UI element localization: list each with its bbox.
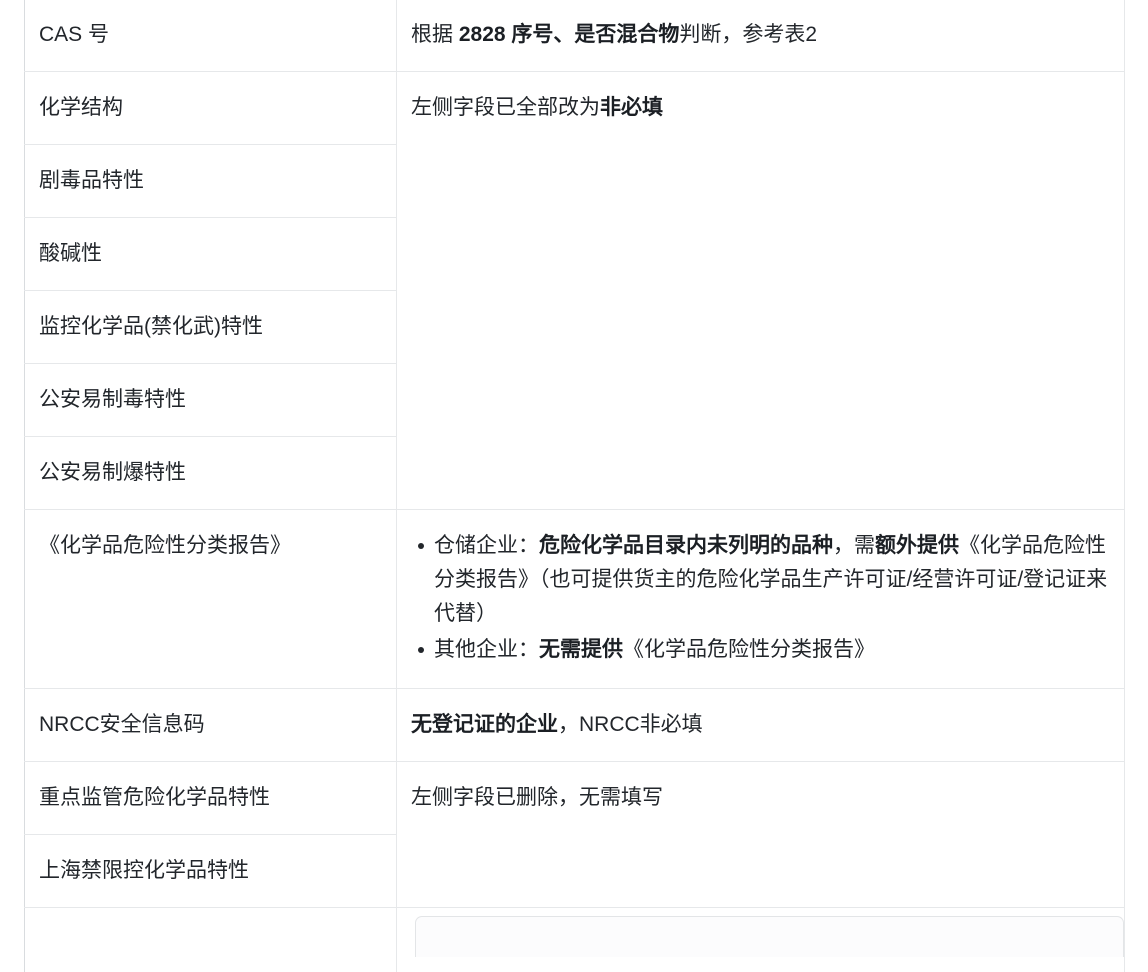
row-label-explosive-precursor-property: 公安易制爆特性 bbox=[24, 436, 397, 511]
label-text: 上海禁限控化学品特性 bbox=[39, 859, 249, 883]
row-label-controlled-chemical-property: 监控化学品(禁化武)特性 bbox=[24, 290, 397, 365]
bullet-text: 《化学品危险性分类报告》 bbox=[623, 638, 875, 662]
row-value-nrcc-safety-code: 无登记证的企业，NRCC非必填 bbox=[396, 688, 1125, 763]
label-text: 监控化学品(禁化武)特性 bbox=[39, 315, 263, 339]
row-label-cas-number: CAS 号 bbox=[24, 0, 397, 73]
value-text-plain: 左侧字段已全部改为 bbox=[411, 96, 600, 120]
label-text: 化学结构 bbox=[39, 96, 123, 120]
value-text-plain: 左侧字段已删除，无需填写 bbox=[411, 786, 663, 810]
row-value-key-regulated-group: 左侧字段已删除，无需填写 bbox=[396, 761, 1125, 909]
row-label-acidity-alkalinity: 酸碱性 bbox=[24, 217, 397, 292]
bullet-text-emphasis: 额外提供 bbox=[875, 534, 959, 558]
bullet-list: 仓储企业：危险化学品目录内未列明的品种，需额外提供《化学品危险性分类报告》（也可… bbox=[411, 529, 1110, 667]
value-text-plain: 根据 bbox=[411, 23, 459, 46]
label-text: 公安易制毒特性 bbox=[39, 388, 186, 412]
row-label-shanghai-restricted-chemical: 上海禁限控化学品特性 bbox=[24, 834, 397, 909]
bullet-text: 仓储企业： bbox=[434, 534, 539, 558]
value-text-plain: ，NRCC非必填 bbox=[558, 713, 703, 737]
row-label-highly-toxic-property: 剧毒品特性 bbox=[24, 144, 397, 219]
bullet-text-emphasis: 危险化学品目录内未列明的品种 bbox=[539, 534, 833, 558]
value-empty-filler bbox=[411, 815, 1110, 887]
table-row: 化学结构 左侧字段已全部改为非必填 bbox=[24, 71, 1125, 511]
row-value-hazard-classification-report: 仓储企业：危险化学品目录内未列明的品种，需额外提供《化学品危险性分类报告》（也可… bbox=[396, 509, 1125, 690]
row-label-key-regulated-hazardous-chemical: 重点监管危险化学品特性 bbox=[24, 761, 397, 836]
row-label-chemical-structure: 化学结构 bbox=[24, 71, 397, 146]
value-empty-filler bbox=[411, 125, 1110, 321]
bullet-text: 其他企业： bbox=[434, 638, 539, 662]
bullet-text-emphasis: 无需提供 bbox=[539, 638, 623, 662]
table-row: CAS 号 根据 2828 序号、是否混合物判断，参考表2 bbox=[24, 0, 1125, 73]
list-item: 其他企业：无需提供《化学品危险性分类报告》 bbox=[418, 633, 1110, 667]
cell-value-clipped-bottom bbox=[396, 907, 1125, 972]
label-text: 《化学品危险性分类报告》 bbox=[39, 534, 291, 558]
row-label-nrcc-safety-code: NRCC安全信息码 bbox=[24, 688, 397, 763]
label-text: 酸碱性 bbox=[39, 242, 102, 266]
document-viewport: CAS 号 根据 2828 序号、是否混合物判断，参考表2 化学结构 左侧字段已… bbox=[0, 0, 1148, 972]
specification-change-table: CAS 号 根据 2828 序号、是否混合物判断，参考表2 化学结构 左侧字段已… bbox=[24, 0, 1125, 972]
cell-label-clipped-bottom bbox=[24, 907, 397, 972]
table-row: NRCC安全信息码 无登记证的企业，NRCC非必填 bbox=[24, 688, 1125, 763]
label-text: CAS 号 bbox=[39, 23, 110, 46]
value-text-plain-tail: 判断，参考表2 bbox=[679, 23, 818, 46]
label-text: NRCC安全信息码 bbox=[39, 713, 205, 737]
row-label-hazard-classification-report: 《化学品危险性分类报告》 bbox=[24, 509, 397, 690]
row-value-chemical-structure-group: 左侧字段已全部改为非必填 bbox=[396, 71, 1125, 511]
row-value-cas-number: 根据 2828 序号、是否混合物判断，参考表2 bbox=[396, 0, 1125, 73]
label-text: 重点监管危险化学品特性 bbox=[39, 786, 270, 810]
label-text: 公安易制爆特性 bbox=[39, 461, 186, 485]
row-label-precursor-drug-property: 公安易制毒特性 bbox=[24, 363, 397, 438]
bullet-text: ，需 bbox=[833, 534, 875, 558]
value-text-emphasis: 非必填 bbox=[600, 96, 663, 120]
label-text: 剧毒品特性 bbox=[39, 169, 144, 193]
table-row-clipped-bottom bbox=[24, 907, 1125, 972]
table-row: 《化学品危险性分类报告》 仓储企业：危险化学品目录内未列明的品种，需额外提供《化… bbox=[24, 509, 1125, 690]
value-text-emphasis: 无登记证的企业 bbox=[411, 713, 558, 737]
inset-panel-clipped bbox=[415, 916, 1124, 958]
list-item: 仓储企业：危险化学品目录内未列明的品种，需额外提供《化学品危险性分类报告》（也可… bbox=[418, 529, 1110, 631]
value-text-emphasis: 2828 序号、是否混合物 bbox=[458, 23, 680, 46]
table-row: 重点监管危险化学品特性 左侧字段已删除，无需填写 bbox=[24, 761, 1125, 909]
